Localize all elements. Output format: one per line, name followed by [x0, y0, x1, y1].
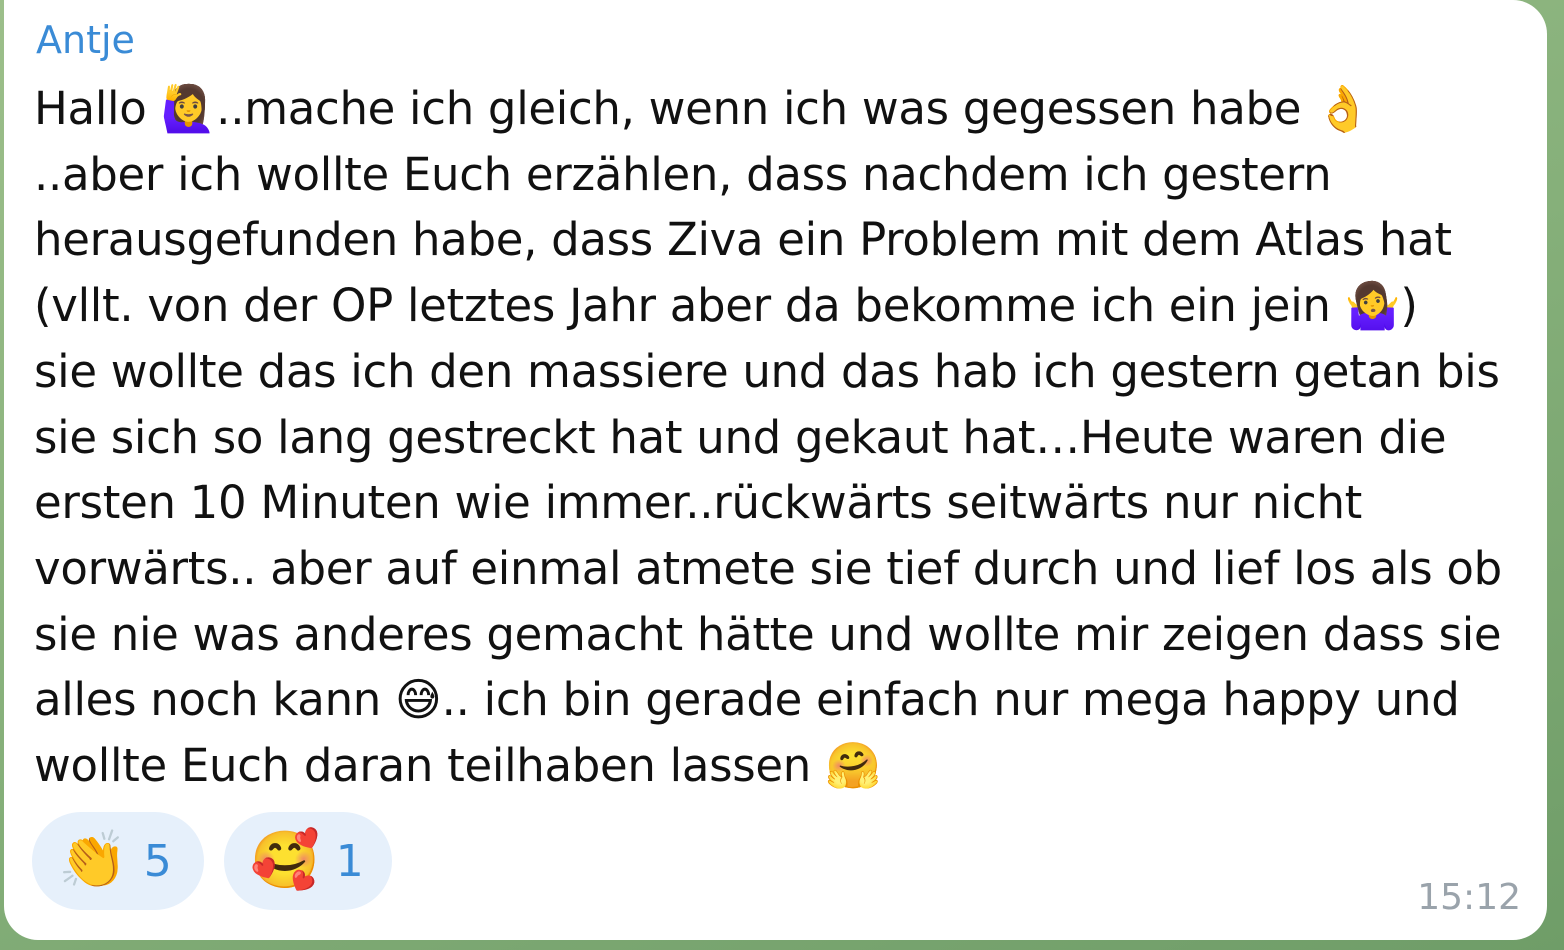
- sender-name[interactable]: Antje: [36, 18, 135, 62]
- message-timestamp: 15:12: [1417, 877, 1521, 918]
- smiling-face-with-hearts-icon: 🥰: [250, 828, 320, 893]
- reaction-count: 5: [143, 835, 172, 887]
- reactions-bar: 👏 5 🥰 1: [32, 812, 392, 910]
- reaction-clap[interactable]: 👏 5: [32, 812, 204, 910]
- clapping-hands-icon: 👏: [58, 828, 128, 893]
- reaction-count: 1: [335, 835, 364, 887]
- message-bubble[interactable]: Antje Hallo 🙋‍♀️..mache ich gleich, wenn…: [4, 0, 1547, 940]
- reaction-love[interactable]: 🥰 1: [224, 812, 392, 910]
- message-text: Hallo 🙋‍♀️..mache ich gleich, wenn ich w…: [34, 82, 1502, 793]
